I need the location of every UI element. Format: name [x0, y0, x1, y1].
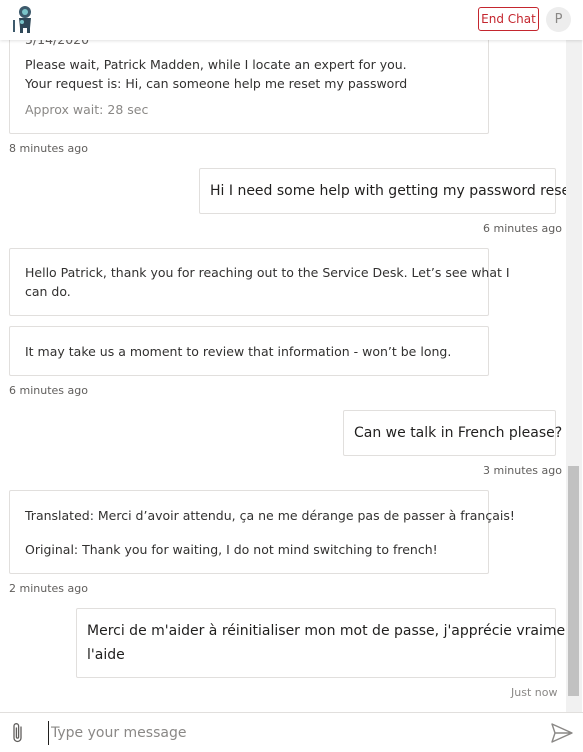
message-list: 5/14/2020 Please wait, Patrick Madden, w… — [0, 0, 583, 712]
message-line: Your request is: Hi, can someone help me… — [25, 76, 408, 91]
original-text: Original: Thank you for waiting, I do no… — [25, 542, 438, 557]
message-text: Can we talk in French please? — [354, 425, 563, 441]
message-input[interactable] — [48, 721, 531, 745]
translated-text: Translated: Merci d’avoir attendu, ça ne… — [25, 508, 515, 523]
message-timestamp: 3 minutes ago — [483, 464, 562, 477]
message-timestamp: 8 minutes ago — [9, 142, 88, 155]
send-icon[interactable] — [551, 723, 573, 743]
scrollbar-thumb[interactable] — [568, 466, 579, 696]
message-line: Merci de m'aider à réinitialiser mon mot… — [87, 623, 580, 639]
message-text: Hi I need some help with getting my pass… — [210, 183, 576, 199]
user-avatar[interactable]: P — [546, 7, 571, 32]
message-timestamp: 6 minutes ago — [483, 222, 562, 235]
message-line: Please wait, Patrick Madden, while I loc… — [25, 57, 407, 72]
agent-message: It may take us a moment to review that i… — [9, 326, 489, 376]
message-line: can do. — [25, 284, 71, 299]
bot-logo-icon — [13, 6, 31, 33]
message-text: It may take us a moment to review that i… — [25, 344, 452, 359]
end-chat-button[interactable]: End Chat — [478, 7, 539, 31]
message-line: Hello Patrick, thank you for reaching ou… — [25, 265, 510, 280]
message-line: l'aide — [87, 647, 125, 663]
message-timestamp: 6 minutes ago — [9, 384, 88, 397]
user-message: Merci de m'aider à réinitialiser mon mot… — [76, 608, 580, 678]
user-message: Hi I need some help with getting my pass… — [199, 168, 576, 214]
agent-message: Translated: Merci d’avoir attendu, ça ne… — [9, 490, 515, 574]
wait-time: Approx wait: 28 sec — [25, 102, 149, 117]
user-message: Can we talk in French please? — [343, 410, 562, 456]
chat-header: End Chat P — [0, 0, 583, 40]
composer-bar — [0, 712, 583, 752]
message-timestamp: Just now — [511, 686, 558, 699]
paperclip-icon[interactable] — [10, 722, 26, 744]
message-timestamp: 2 minutes ago — [9, 582, 88, 595]
agent-message: Hello Patrick, thank you for reaching ou… — [9, 248, 510, 316]
